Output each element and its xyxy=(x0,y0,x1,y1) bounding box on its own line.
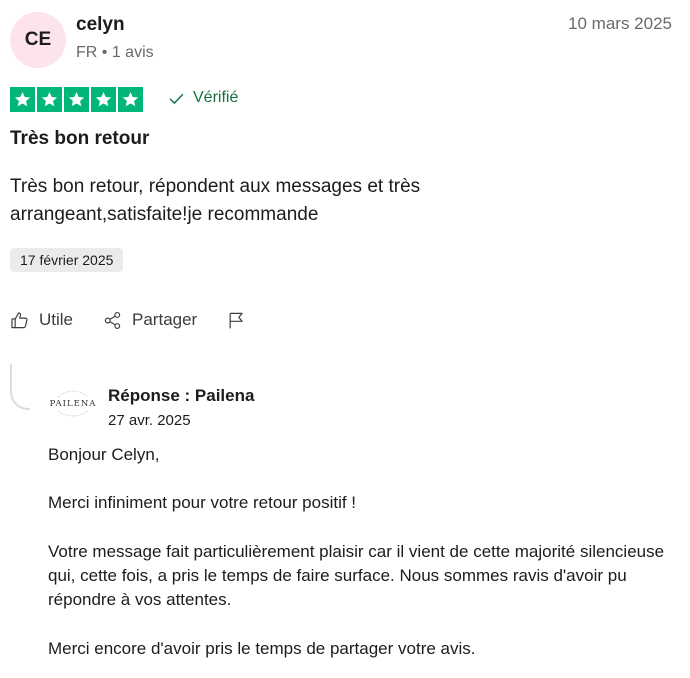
review-text: Très bon retour, répondent aux messages … xyxy=(10,176,421,225)
svg-text:PAILENA: PAILENA xyxy=(50,399,97,409)
star-icon xyxy=(37,87,62,112)
report-button[interactable] xyxy=(227,311,246,330)
verified-label: Vérifié xyxy=(193,89,239,106)
reply-date: 27 avr. 2025 xyxy=(108,412,191,429)
review-date: 10 mars 2025 xyxy=(568,14,672,33)
reply-paragraph: Merci encore d'avoir pris le temps de pa… xyxy=(48,639,476,658)
checkmark-icon xyxy=(169,93,184,104)
reply-title: Réponse : Pailena xyxy=(108,386,255,405)
star-icon xyxy=(10,87,35,112)
share-button[interactable]: Partager xyxy=(103,310,197,330)
reviewer-name[interactable]: celyn xyxy=(76,14,125,36)
star-rating xyxy=(10,87,143,112)
reply-paragraph: Votre message fait particulièrement plai… xyxy=(48,542,665,609)
reply-paragraph: Bonjour Celyn, xyxy=(48,445,160,464)
review-title: Très bon retour xyxy=(10,128,150,149)
verified-badge[interactable]: Vérifié xyxy=(168,89,238,107)
star-icon xyxy=(118,87,143,112)
reviewer-meta: FR • 1 avis xyxy=(76,44,154,61)
share-icon xyxy=(104,311,121,329)
star-icon xyxy=(91,87,116,112)
reply-connector xyxy=(10,364,30,410)
avatar[interactable]: CE xyxy=(10,12,66,68)
experience-date-badge: 17 février 2025 xyxy=(10,248,124,272)
reply-paragraph: Merci infiniment pour votre retour posit… xyxy=(48,493,357,512)
share-label: Partager xyxy=(132,310,198,329)
review-actions: Utile Partager xyxy=(10,310,246,330)
thumbs-up-icon xyxy=(11,311,28,328)
star-icon xyxy=(64,87,89,112)
flag-icon xyxy=(229,312,243,328)
useful-button[interactable]: Utile xyxy=(10,310,73,330)
useful-label: Utile xyxy=(39,310,74,329)
pailena-logo: PAILENA xyxy=(50,390,97,417)
